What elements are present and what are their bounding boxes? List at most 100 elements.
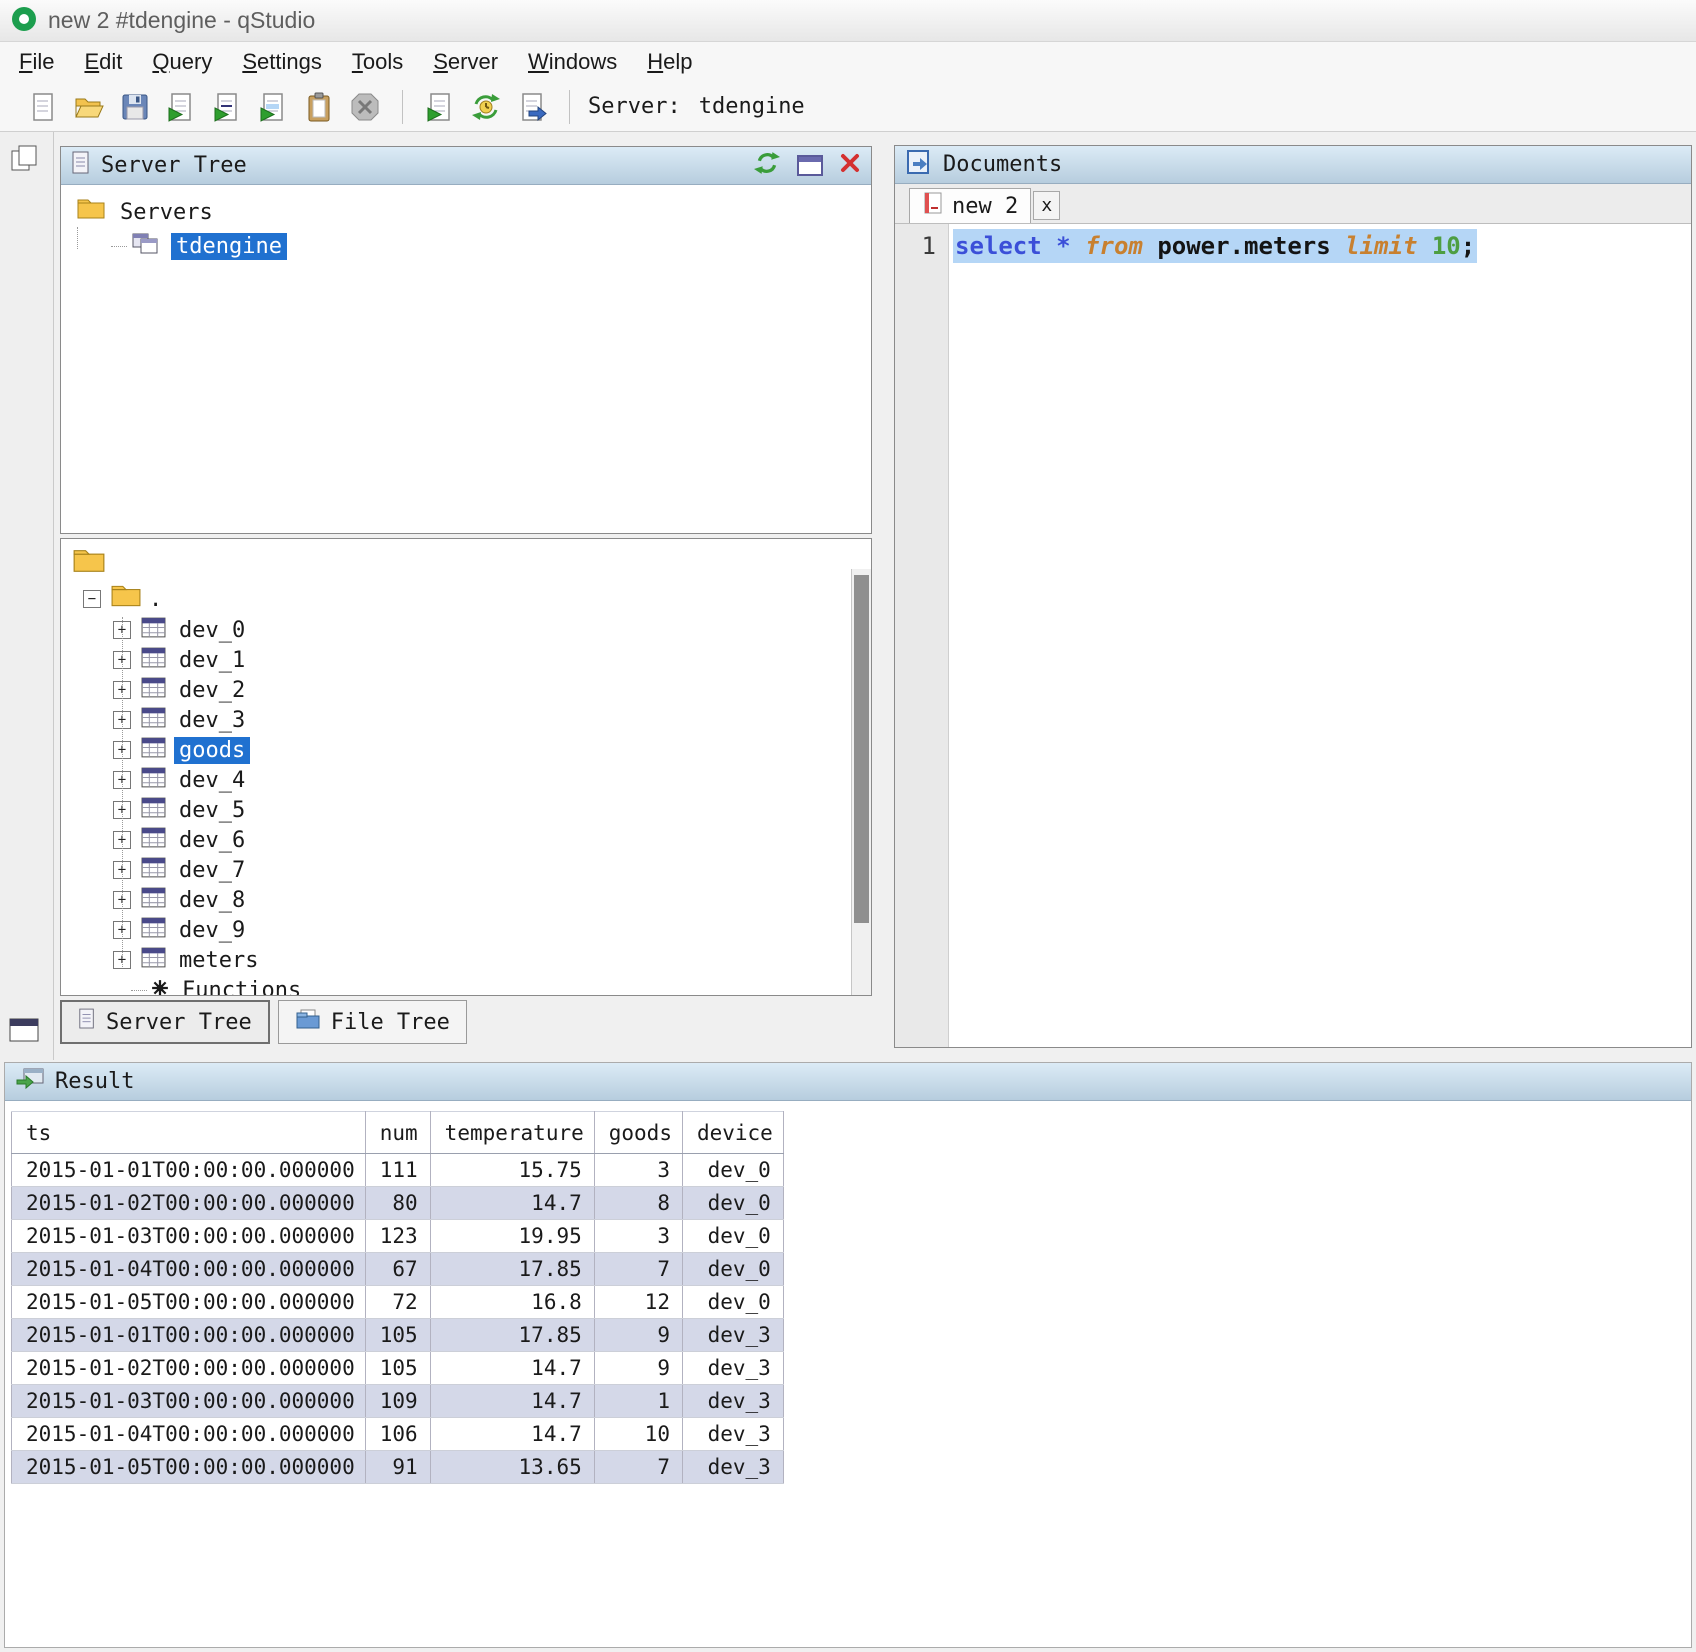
file-tree-item-dev_9[interactable]: +dev_9: [69, 915, 871, 945]
menu-item-file[interactable]: File: [4, 45, 69, 79]
menu-item-help[interactable]: Help: [632, 45, 707, 79]
file-tree-item-dev_4[interactable]: +dev_4: [69, 765, 871, 795]
result-row[interactable]: 2015-01-04T00:00:00.0000006717.857dev_0: [12, 1253, 784, 1286]
refresh-panel-icon[interactable]: [753, 150, 781, 182]
column-header-goods[interactable]: goods: [594, 1112, 682, 1154]
tree-item-label[interactable]: dev_4: [174, 767, 250, 794]
result-cell: 106: [365, 1418, 430, 1451]
result-row[interactable]: 2015-01-03T00:00:00.00000010914.71dev_3: [12, 1385, 784, 1418]
cancel-query-icon[interactable]: [346, 88, 384, 126]
result-cell: 2015-01-03T00:00:00.000000: [12, 1220, 366, 1253]
server-tree-title: Server Tree: [101, 153, 247, 178]
table-icon: [141, 737, 166, 764]
tree-item-label[interactable]: goods: [174, 737, 250, 764]
send-query-icon[interactable]: [421, 88, 459, 126]
close-panel-icon[interactable]: [839, 152, 861, 180]
tree-item-label[interactable]: dev_7: [174, 857, 250, 884]
tree-item-label[interactable]: dev_5: [174, 797, 250, 824]
dock-pages-icon[interactable]: [10, 144, 38, 176]
file-tree-item-goods[interactable]: +goods: [69, 735, 871, 765]
tab-server-tree[interactable]: Server Tree: [60, 1000, 270, 1044]
file-tree-item-dev_3[interactable]: +dev_3: [69, 705, 871, 735]
result-cell: dev_0: [682, 1154, 783, 1187]
result-cell: 105: [365, 1319, 430, 1352]
functions-label[interactable]: Functions: [177, 977, 306, 996]
code-token: [1071, 232, 1085, 260]
menu-item-settings[interactable]: Settings: [227, 45, 337, 79]
tree-item-label[interactable]: meters: [174, 947, 263, 974]
root-dot-label[interactable]: .: [149, 587, 162, 612]
servers-root-node[interactable]: Servers: [77, 195, 871, 229]
file-tree-item-dev_8[interactable]: +dev_8: [69, 885, 871, 915]
code-token: power.meters: [1157, 232, 1330, 260]
export-icon[interactable]: [513, 88, 551, 126]
result-row[interactable]: 2015-01-05T00:00:00.0000009113.657dev_3: [12, 1451, 784, 1484]
result-cell: 80: [365, 1187, 430, 1220]
run-query-icon[interactable]: [162, 88, 200, 126]
result-row[interactable]: 2015-01-02T00:00:00.00000010514.79dev_3: [12, 1352, 784, 1385]
tab-file-tree[interactable]: File Tree: [278, 1000, 467, 1044]
result-cell: 13.65: [430, 1451, 594, 1484]
server-node-label[interactable]: tdengine: [171, 233, 287, 260]
menu-item-windows[interactable]: Windows: [513, 45, 632, 79]
server-node-tdengine[interactable]: tdengine: [77, 229, 871, 263]
result-row[interactable]: 2015-01-04T00:00:00.00000010614.710dev_3: [12, 1418, 784, 1451]
maximize-panel-icon[interactable]: [797, 155, 823, 176]
functions-node[interactable]: Functions: [69, 975, 871, 995]
result-row[interactable]: 2015-01-01T00:00:00.00000010517.859dev_3: [12, 1319, 784, 1352]
file-tree-item-dev_2[interactable]: +dev_2: [69, 675, 871, 705]
file-tree-item-dev_0[interactable]: +dev_0: [69, 615, 871, 645]
servers-root-label[interactable]: Servers: [115, 199, 218, 226]
server-selector[interactable]: tdengine: [699, 94, 805, 119]
run-selection-icon[interactable]: [254, 88, 292, 126]
run-current-line-icon[interactable]: [208, 88, 246, 126]
paste-icon[interactable]: [300, 88, 338, 126]
column-header-ts[interactable]: ts: [12, 1112, 366, 1154]
result-cell: dev_3: [682, 1319, 783, 1352]
tab-server-tree-label[interactable]: Server Tree: [106, 1010, 252, 1035]
column-header-device[interactable]: device: [682, 1112, 783, 1154]
result-cell: 17.85: [430, 1319, 594, 1352]
tab-close-button[interactable]: x: [1033, 191, 1060, 220]
column-header-temperature[interactable]: temperature: [430, 1112, 594, 1154]
file-tree-item-dev_7[interactable]: +dev_7: [69, 855, 871, 885]
file-tree-item-meters[interactable]: +meters: [69, 945, 871, 975]
file-tree-dot-node[interactable]: − .: [69, 583, 871, 615]
tree-item-label[interactable]: dev_8: [174, 887, 250, 914]
open-file-icon[interactable]: [70, 88, 108, 126]
menu-item-tools[interactable]: Tools: [337, 45, 418, 79]
file-tree-item-dev_1[interactable]: +dev_1: [69, 645, 871, 675]
result-row[interactable]: 2015-01-03T00:00:00.00000012319.953dev_0: [12, 1220, 784, 1253]
file-tree-root-folder[interactable]: [69, 545, 871, 583]
sql-editor[interactable]: 1 select * from power.meters limit 10;: [895, 224, 1691, 1047]
menu-item-query[interactable]: Query: [137, 45, 227, 79]
code-line-text[interactable]: select * from power.meters limit 10;: [953, 229, 1477, 263]
menu-item-server[interactable]: Server: [418, 45, 513, 79]
refresh-server-icon[interactable]: [467, 88, 505, 126]
save-icon[interactable]: [116, 88, 154, 126]
collapse-icon[interactable]: −: [83, 590, 101, 608]
code-area[interactable]: select * from power.meters limit 10;: [949, 224, 1691, 1047]
result-row[interactable]: 2015-01-01T00:00:00.00000011115.753dev_0: [12, 1154, 784, 1187]
file-tree-scrollbar[interactable]: [851, 569, 871, 995]
dock-window-icon[interactable]: [9, 1018, 39, 1046]
tree-item-label[interactable]: dev_6: [174, 827, 250, 854]
file-tree-item-dev_6[interactable]: +dev_6: [69, 825, 871, 855]
tab-file-tree-label[interactable]: File Tree: [331, 1010, 450, 1035]
column-header-num[interactable]: num: [365, 1112, 430, 1154]
tree-item-label[interactable]: dev_3: [174, 707, 250, 734]
result-row[interactable]: 2015-01-05T00:00:00.0000007216.812dev_0: [12, 1286, 784, 1319]
documents-header: Documents: [895, 146, 1691, 184]
tree-item-label[interactable]: dev_2: [174, 677, 250, 704]
tree-item-label[interactable]: dev_0: [174, 617, 250, 644]
tab-new-2-label[interactable]: new 2: [952, 194, 1018, 219]
tab-new-2[interactable]: new 2: [909, 188, 1031, 223]
tree-item-label[interactable]: dev_9: [174, 917, 250, 944]
file-tree-item-dev_5[interactable]: +dev_5: [69, 795, 871, 825]
new-file-icon[interactable]: [24, 88, 62, 126]
menu-item-edit[interactable]: Edit: [69, 45, 137, 79]
code-token: 10: [1432, 232, 1461, 260]
scrollbar-thumb[interactable]: [854, 575, 869, 923]
result-row[interactable]: 2015-01-02T00:00:00.0000008014.78dev_0: [12, 1187, 784, 1220]
tree-item-label[interactable]: dev_1: [174, 647, 250, 674]
